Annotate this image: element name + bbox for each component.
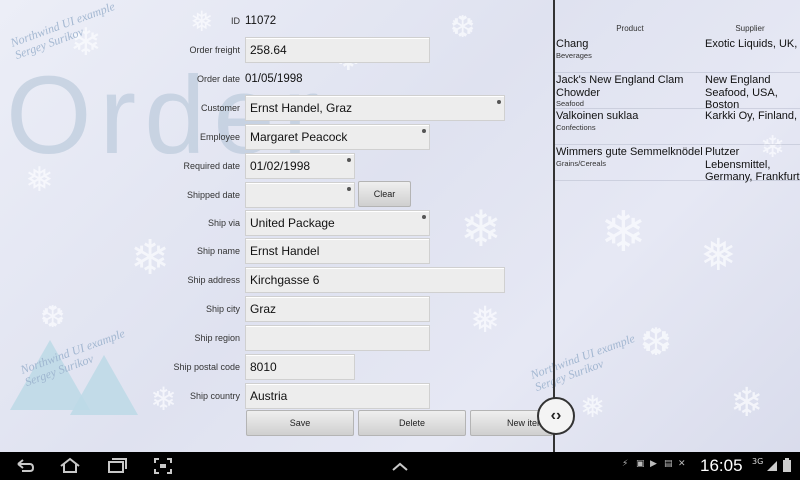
ship-postal-code-field[interactable]: 8010 — [245, 354, 355, 380]
ship-name-label: Ship name — [196, 246, 240, 256]
ship-country-label: Ship country — [189, 391, 240, 401]
sync-icon: ✕ — [678, 459, 686, 469]
up-chevron-icon[interactable] — [390, 456, 410, 476]
delete-button[interactable]: Delete — [358, 410, 466, 436]
product-name: Valkoinen suklaa — [556, 110, 639, 122]
product-name: Wimmers gute Semmelknödel — [556, 146, 703, 158]
system-bar: ⚡ ▣ ▶ ▤ ✕ 16:05 3G — [0, 452, 800, 480]
ship-address-label: Ship address — [187, 275, 240, 285]
required-date-value: 01/02/1998 — [250, 159, 311, 173]
ship-postal-code-label: Ship postal code — [173, 362, 240, 372]
required-date-label: Required date — [183, 161, 240, 171]
left-right-chevrons-icon: ‹› — [550, 407, 562, 424]
employee-value: Margaret Peacock — [250, 130, 348, 144]
ship-region-field[interactable] — [245, 325, 430, 351]
supplier-name: Exotic Liquids, UK, London — [705, 38, 800, 50]
product-category: Confections — [556, 122, 596, 132]
product-name: Chang — [556, 38, 589, 50]
employee-label: Employee — [199, 132, 240, 142]
customer-label: Customer — [200, 103, 240, 113]
picker-indicator-icon — [347, 158, 351, 162]
signal-icon — [766, 460, 778, 475]
back-icon[interactable] — [14, 456, 36, 476]
product-category: Grains/Cereals — [556, 158, 607, 168]
ship-via-lookup[interactable]: United Package — [245, 210, 430, 236]
product-column-header: Product — [616, 24, 644, 33]
lookup-indicator-icon — [497, 100, 501, 104]
shipped-date-label: Shipped date — [186, 190, 240, 200]
lookup-indicator-icon — [422, 215, 426, 219]
supplier-name: Plutzer Lebensmittel, Germany, Frankfurt — [705, 146, 800, 183]
required-date-field[interactable]: 01/02/1998 — [245, 153, 355, 179]
supplier-column-header: Supplier — [735, 24, 765, 33]
order-form: ID 11072 Order freight 258.64 Order date… — [0, 0, 553, 452]
gallery-icon: ▣ — [636, 459, 645, 469]
supplier-name: Karkki Oy, Finland, Lappeenranta — [705, 110, 800, 122]
order-date-label: Order date — [196, 74, 240, 84]
ship-via-label: Ship via — [207, 218, 240, 228]
product-category: Beverages — [556, 50, 592, 60]
product-name: Jack's New England Clam Chowder — [556, 74, 684, 99]
id-label: ID — [231, 16, 240, 26]
id-value: 11072 — [245, 15, 277, 27]
ship-city-label: Ship city — [205, 304, 240, 314]
media-icon: ▶ — [650, 459, 657, 469]
ship-name-field[interactable]: Ernst Handel — [245, 238, 430, 264]
recent-apps-icon[interactable] — [106, 456, 128, 476]
ship-address-field[interactable]: Kirchgasse 6 — [245, 267, 505, 293]
order-details-list: Product Supplier Chang Beverages Exotic L… — [555, 0, 800, 452]
usb-icon: ⚡ — [622, 459, 629, 469]
list-item[interactable]: ChangBeverages Exotic Liquids, UK, Londo… — [555, 37, 800, 73]
order-freight-label: Order freight — [189, 45, 240, 55]
list-item[interactable]: Wimmers gute Semmelknödel Grains/Cereals … — [555, 145, 800, 183]
order-freight-field[interactable]: 258.64 — [245, 37, 430, 63]
screenshot-icon[interactable] — [152, 456, 174, 476]
panel-toggle-button[interactable]: ‹› — [537, 397, 575, 435]
home-icon[interactable] — [58, 456, 82, 476]
network-type: 3G — [752, 457, 764, 466]
notification-icon: ▤ — [664, 459, 673, 469]
ship-country-field[interactable]: Austria — [245, 383, 430, 409]
supplier-name: New England Seafood, USA, Boston — [705, 74, 778, 111]
lookup-indicator-icon — [422, 129, 426, 133]
battery-icon — [782, 458, 792, 475]
shipped-date-field[interactable] — [245, 182, 355, 208]
ship-region-label: Ship region — [194, 333, 240, 343]
ship-via-value: United Package — [250, 216, 335, 230]
customer-value: Ernst Handel, Graz — [250, 101, 353, 115]
picker-indicator-icon — [347, 187, 351, 191]
product-category: Seafood — [556, 99, 584, 108]
list-item[interactable]: Jack's New England Clam Chowder Seafood N… — [555, 73, 800, 111]
clear-button[interactable]: Clear — [358, 181, 411, 207]
save-button[interactable]: Save — [246, 410, 354, 436]
ship-city-field[interactable]: Graz — [245, 296, 430, 322]
list-item[interactable]: Valkoinen suklaa Confections Karkki Oy, F… — [555, 109, 800, 145]
order-date-value: 01/05/1998 — [245, 73, 303, 85]
customer-lookup[interactable]: Ernst Handel, Graz — [245, 95, 505, 121]
employee-lookup[interactable]: Margaret Peacock — [245, 124, 430, 150]
clock: 16:05 — [700, 456, 743, 475]
